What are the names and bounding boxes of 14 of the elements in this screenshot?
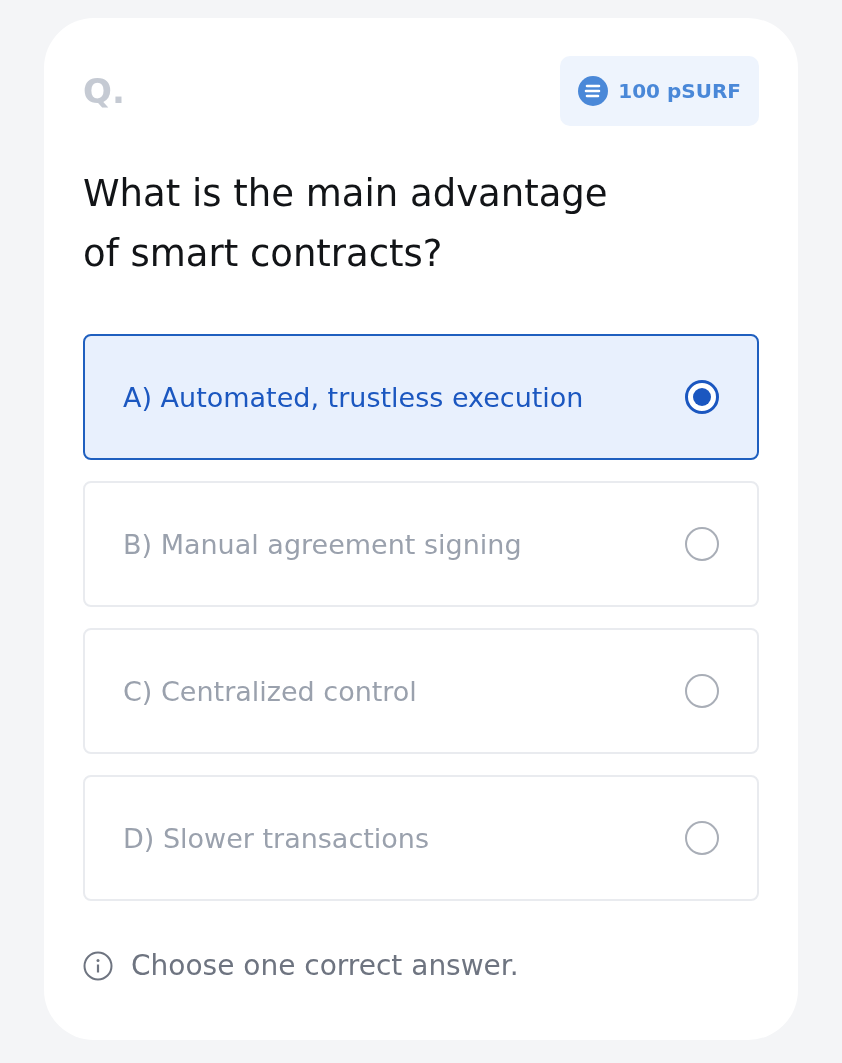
info-icon [83, 950, 113, 981]
hint-text: Choose one correct answer. [131, 949, 519, 982]
radio-icon [685, 380, 719, 414]
answer-option[interactable]: D) Slower transactions [83, 775, 759, 901]
question-text: What is the main advantage of smart contracts? [83, 171, 609, 277]
answer-option[interactable]: B) Manual agreement signing [83, 481, 759, 607]
question-label: Q. [83, 71, 125, 111]
coin-icon [578, 76, 609, 106]
answer-option[interactable]: A) Automated, trustless execution [83, 334, 759, 460]
radio-icon [685, 674, 719, 708]
radio-icon [685, 821, 719, 855]
reward-amount: 100 pSURF [618, 79, 741, 103]
answer-option[interactable]: C) Centralized control [83, 628, 759, 754]
radio-icon [685, 527, 719, 561]
